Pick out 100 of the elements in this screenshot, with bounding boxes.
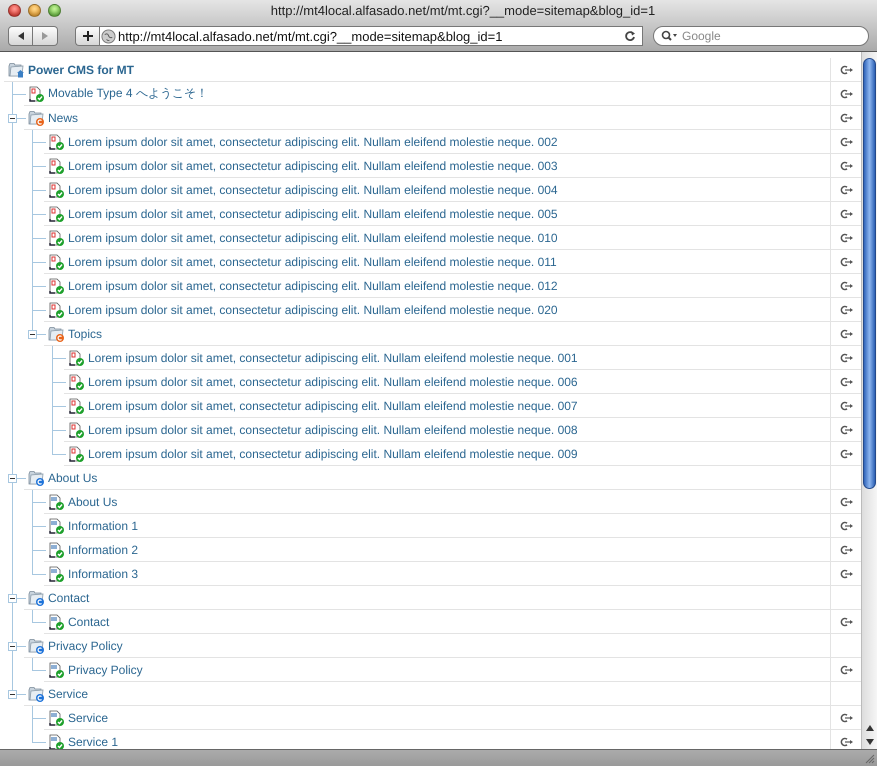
document-icon bbox=[48, 542, 64, 558]
document-icon bbox=[68, 446, 84, 462]
tree-item-link[interactable]: About Us bbox=[68, 494, 830, 508]
search-field[interactable]: Google bbox=[653, 26, 869, 46]
minimize-button[interactable] bbox=[28, 4, 41, 17]
expand-toggle[interactable] bbox=[8, 114, 17, 123]
folder-icon bbox=[28, 590, 44, 606]
window-title: http://mt4local.alfasado.net/mt/mt.cgi?__mode=sitemap&blog_id=1 bbox=[270, 3, 656, 18]
tree-item-link[interactable]: Lorem ipsum dolor sit amet, consectetur adipiscing elit. Nullam eleifend molestie neque. 005 bbox=[68, 206, 830, 220]
external-link-icon[interactable] bbox=[840, 88, 852, 98]
external-link-icon[interactable] bbox=[840, 280, 852, 290]
tree-item-link[interactable]: Lorem ipsum dolor sit amet, consectetur adipiscing elit. Nullam eleifend molestie neque. 003 bbox=[68, 158, 830, 172]
tree-item-link[interactable]: Lorem ipsum dolor sit amet, consectetur adipiscing elit. Nullam eleifend molestie neque. 008 bbox=[88, 422, 830, 436]
scroll-thumb[interactable] bbox=[863, 58, 876, 489]
expand-toggle[interactable] bbox=[8, 474, 17, 483]
tree-item-link[interactable]: News bbox=[48, 110, 830, 124]
expand-toggle[interactable] bbox=[8, 642, 17, 651]
tree-item-link[interactable]: Lorem ipsum dolor sit amet, consectetur adipiscing elit. Nullam eleifend molestie neque. 001 bbox=[88, 350, 830, 364]
document-icon bbox=[48, 710, 64, 726]
tree-item-link[interactable]: Information 2 bbox=[68, 542, 830, 556]
external-link-icon[interactable] bbox=[840, 664, 852, 674]
tree-item-link[interactable]: Power CMS for MT bbox=[28, 62, 830, 76]
external-link-icon[interactable] bbox=[840, 184, 852, 194]
external-link-icon[interactable] bbox=[840, 136, 852, 146]
tree-item-link[interactable]: Information 1 bbox=[68, 518, 830, 532]
zoom-button[interactable] bbox=[48, 4, 61, 17]
external-link-icon[interactable] bbox=[840, 352, 852, 362]
external-link-icon[interactable] bbox=[840, 616, 852, 626]
right-arrow-icon bbox=[40, 31, 50, 41]
document-icon bbox=[68, 422, 84, 438]
document-icon bbox=[48, 206, 64, 222]
external-link-icon[interactable] bbox=[840, 424, 852, 434]
external-link-icon[interactable] bbox=[840, 448, 852, 458]
tree-item-link[interactable]: About Us bbox=[48, 470, 830, 484]
tree-item-link[interactable]: Topics bbox=[68, 326, 830, 340]
document-icon bbox=[48, 230, 64, 246]
tree-item-link[interactable]: Contact bbox=[68, 614, 830, 628]
back-button[interactable] bbox=[8, 26, 33, 46]
tree-item-link[interactable]: Lorem ipsum dolor sit amet, consectetur adipiscing elit. Nullam eleifend molestie neque. 007 bbox=[88, 398, 830, 412]
tree-item-link[interactable]: Lorem ipsum dolor sit amet, consectetur adipiscing elit. Nullam eleifend molestie neque. 011 bbox=[68, 254, 830, 268]
tree-item-link[interactable]: Lorem ipsum dolor sit amet, consectetur adipiscing elit. Nullam eleifend molestie neque. 004 bbox=[68, 182, 830, 196]
down-arrow-icon bbox=[866, 739, 874, 745]
document-icon bbox=[48, 254, 64, 270]
document-icon bbox=[48, 302, 64, 318]
reload-icon[interactable] bbox=[624, 30, 636, 42]
tree-item-link[interactable]: Privacy Policy bbox=[68, 662, 830, 676]
home-folder-icon bbox=[8, 62, 24, 78]
external-link-icon[interactable] bbox=[840, 712, 852, 722]
folder-icon bbox=[28, 686, 44, 702]
tree-item-link[interactable]: Privacy Policy bbox=[48, 638, 830, 652]
tree-item-link[interactable]: Service bbox=[48, 686, 830, 700]
external-link-icon[interactable] bbox=[840, 304, 852, 314]
document-icon bbox=[68, 374, 84, 390]
document-icon bbox=[48, 278, 64, 294]
tree-item-link[interactable]: Lorem ipsum dolor sit amet, consectetur adipiscing elit. Nullam eleifend molestie neque. 009 bbox=[88, 446, 830, 460]
close-button[interactable] bbox=[8, 4, 21, 17]
document-icon bbox=[48, 182, 64, 198]
tree-item-link[interactable]: Service bbox=[68, 710, 830, 724]
expand-toggle[interactable] bbox=[8, 594, 17, 603]
folder-icon bbox=[28, 638, 44, 654]
external-link-icon[interactable] bbox=[840, 736, 852, 746]
document-icon bbox=[48, 662, 64, 678]
tree-item-link[interactable]: Lorem ipsum dolor sit amet, consectetur adipiscing elit. Nullam eleifend molestie neque. 020 bbox=[68, 302, 830, 316]
external-link-icon[interactable] bbox=[840, 232, 852, 242]
tree-item-link[interactable]: Contact bbox=[48, 590, 830, 604]
up-arrow-icon bbox=[866, 725, 874, 731]
external-link-icon[interactable] bbox=[840, 328, 852, 338]
document-icon bbox=[48, 494, 64, 510]
external-link-icon[interactable] bbox=[840, 256, 852, 266]
tree-item-link[interactable]: Movable Type 4 へようこそ！ bbox=[48, 85, 830, 102]
folder-icon bbox=[48, 326, 64, 342]
external-link-icon[interactable] bbox=[840, 112, 852, 122]
scrollbar[interactable] bbox=[861, 52, 877, 749]
expand-toggle[interactable] bbox=[28, 330, 37, 339]
tree-item-link[interactable]: Lorem ipsum dolor sit amet, consectetur adipiscing elit. Nullam eleifend molestie neque. 010 bbox=[68, 230, 830, 244]
folder-icon bbox=[28, 110, 44, 126]
external-link-icon[interactable] bbox=[840, 520, 852, 530]
globe-icon bbox=[101, 28, 116, 44]
tree-item-link[interactable]: Lorem ipsum dolor sit amet, consectetur adipiscing elit. Nullam eleifend molestie neque. 006 bbox=[88, 374, 830, 388]
external-link-icon[interactable] bbox=[840, 64, 852, 74]
document-icon bbox=[28, 86, 44, 102]
tree-item-link[interactable]: Information 3 bbox=[68, 566, 830, 580]
document-icon bbox=[48, 734, 64, 749]
tree-item-link[interactable]: Service 1 bbox=[68, 734, 830, 748]
external-link-icon[interactable] bbox=[840, 376, 852, 386]
external-link-icon[interactable] bbox=[840, 400, 852, 410]
external-link-icon[interactable] bbox=[840, 160, 852, 170]
external-link-icon[interactable] bbox=[840, 568, 852, 578]
external-link-icon[interactable] bbox=[840, 496, 852, 506]
address-field[interactable]: http://mt4local.alfasado.net/mt/mt.cgi?__mode=sitemap&blog_id=1 bbox=[99, 26, 643, 46]
document-icon bbox=[48, 566, 64, 582]
expand-toggle[interactable] bbox=[8, 690, 17, 699]
resize-grip-icon[interactable] bbox=[864, 753, 875, 764]
forward-button[interactable] bbox=[33, 26, 58, 46]
add-bookmark-button[interactable] bbox=[75, 26, 99, 46]
external-link-icon[interactable] bbox=[840, 208, 852, 218]
tree-item-link[interactable]: Lorem ipsum dolor sit amet, consectetur adipiscing elit. Nullam eleifend molestie neque. 002 bbox=[68, 134, 830, 148]
document-icon bbox=[68, 350, 84, 366]
tree-item-link[interactable]: Lorem ipsum dolor sit amet, consectetur adipiscing elit. Nullam eleifend molestie neque. 012 bbox=[68, 278, 830, 292]
external-link-icon[interactable] bbox=[840, 544, 852, 554]
